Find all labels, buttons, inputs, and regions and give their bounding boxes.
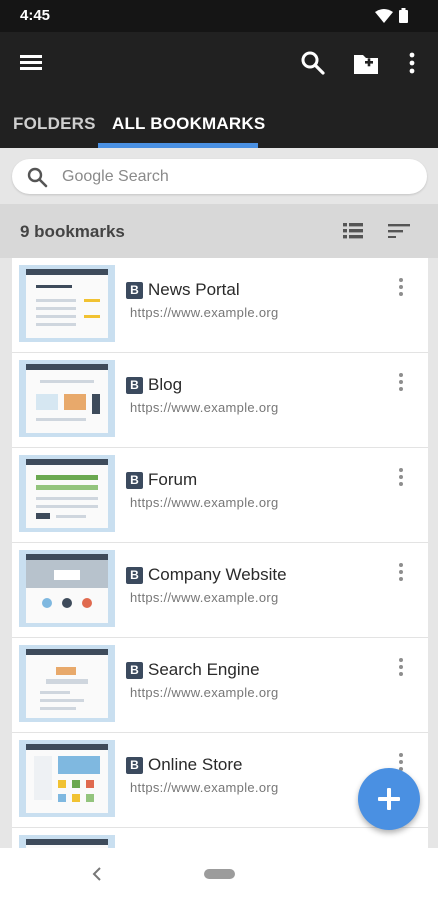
search-icon (27, 167, 48, 188)
list-item[interactable]: B Search Engine https://www.example.org (12, 638, 428, 733)
search-box[interactable] (12, 159, 427, 194)
more-vert-icon[interactable] (396, 468, 406, 490)
tab-folders[interactable]: FOLDERS (13, 114, 96, 134)
back-icon[interactable] (92, 866, 102, 882)
search-area (0, 148, 438, 204)
list-view-icon[interactable] (343, 223, 363, 239)
bookmark-title: Online Store (148, 755, 243, 774)
site-badge-icon: B (126, 662, 143, 679)
add-bookmark-button[interactable] (358, 768, 420, 830)
more-vert-icon[interactable] (396, 658, 406, 680)
list-item[interactable]: B Company Website https://www.example.or… (12, 543, 428, 638)
more-vert-icon[interactable] (396, 278, 406, 300)
more-vert-icon[interactable] (404, 50, 420, 76)
site-thumbnail (19, 550, 115, 627)
list-item[interactable]: B Blog https://www.example.org (12, 353, 428, 448)
bookmark-title: Forum (148, 470, 198, 489)
more-vert-icon[interactable] (396, 373, 406, 395)
site-thumbnail (19, 645, 115, 722)
menu-icon[interactable] (20, 52, 44, 76)
more-vert-icon[interactable] (396, 563, 406, 585)
home-pill[interactable] (204, 869, 235, 879)
sort-icon[interactable] (388, 224, 410, 238)
bookmark-count: 9 bookmarks (20, 222, 125, 241)
wifi-icon (375, 8, 393, 23)
tab-bar: FOLDERS ALL BOOKMARKS (0, 106, 438, 148)
app-bar: FOLDERS ALL BOOKMARKS (0, 32, 438, 148)
search-input[interactable] (62, 159, 402, 194)
tab-all-bookmarks[interactable]: ALL BOOKMARKS (112, 114, 265, 134)
site-badge-icon: B (126, 757, 143, 774)
site-badge-icon: B (126, 282, 143, 299)
site-thumbnail (19, 265, 115, 342)
search-icon[interactable] (300, 50, 326, 76)
bookmark-url: https://www.example.org (130, 590, 279, 605)
site-thumbnail (19, 360, 115, 437)
bookmark-title: Search Engine (148, 660, 260, 679)
status-bar: 4:45 (0, 0, 438, 32)
bookmark-title: Company Website (148, 565, 287, 584)
list-item[interactable]: B Forum https://www.example.org (12, 448, 428, 543)
site-thumbnail (19, 455, 115, 532)
site-badge-icon: B (126, 567, 143, 584)
bookmark-title: News Portal (148, 280, 240, 299)
bookmark-url: https://www.example.org (130, 400, 279, 415)
bookmark-url: https://www.example.org (130, 780, 279, 795)
bookmark-list: B News Portal https://www.example.org B … (12, 258, 428, 848)
folder-add-icon[interactable] (352, 50, 380, 76)
bookmark-title: Blog (148, 375, 183, 394)
list-item[interactable]: B News Portal https://www.example.org (12, 258, 428, 353)
bookmark-url: https://www.example.org (130, 495, 279, 510)
status-time: 4:45 (20, 7, 51, 24)
system-nav-bar (0, 848, 438, 900)
status-icons (375, 8, 408, 23)
bookmark-url: https://www.example.org (130, 305, 279, 320)
site-badge-icon: B (126, 472, 143, 489)
list-item[interactable] (12, 828, 428, 848)
site-thumbnail (19, 835, 115, 848)
list-header: 9 bookmarks (0, 204, 438, 258)
site-badge-icon: B (126, 377, 143, 394)
battery-icon (399, 8, 408, 23)
site-thumbnail (19, 740, 115, 817)
bookmark-url: https://www.example.org (130, 685, 279, 700)
